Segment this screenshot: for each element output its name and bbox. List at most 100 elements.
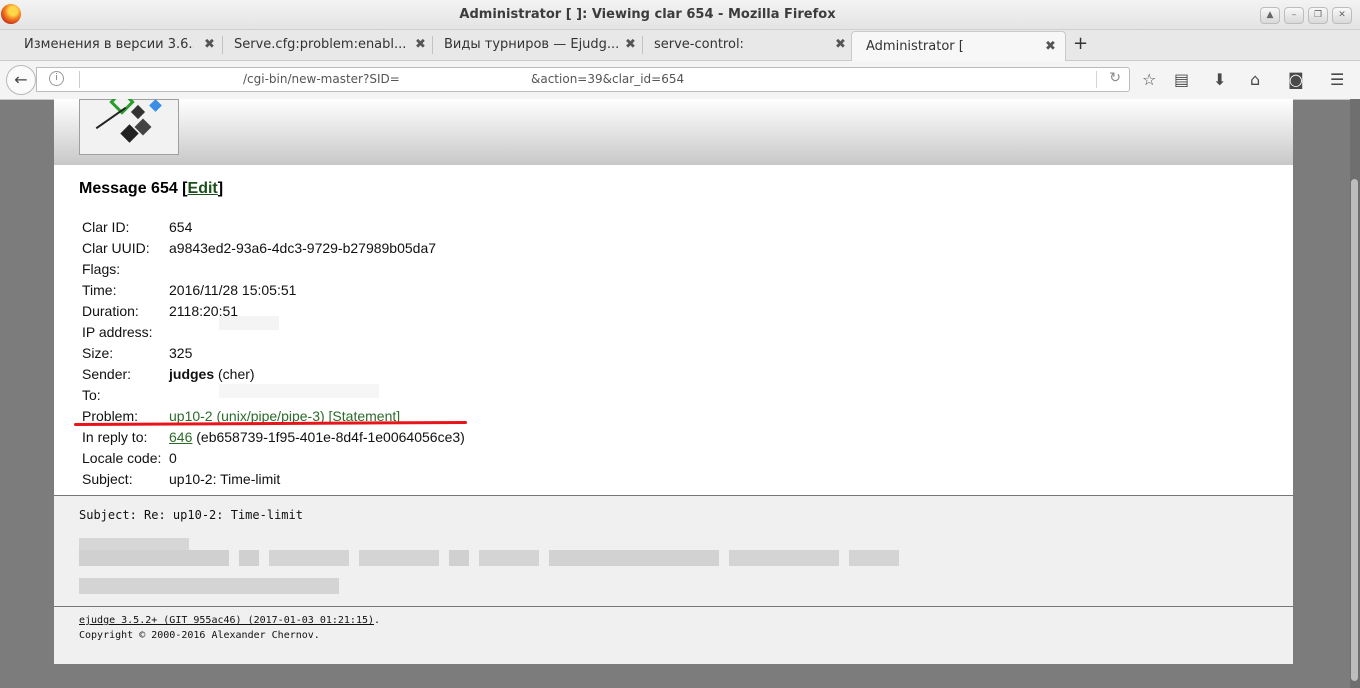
- row-sender: Sender: judges (cher): [82, 363, 465, 384]
- row-time: Time: 2016/11/28 15:05:51: [82, 279, 465, 300]
- sender-label: Sender:: [82, 365, 132, 382]
- to-value: [169, 384, 465, 405]
- tab-close-icon[interactable]: ✖: [204, 37, 215, 52]
- tab-close-icon[interactable]: ✖: [625, 37, 636, 52]
- ejudge-version-link[interactable]: ejudge 3.5.2+ (GIT 955ac46) (2017-01-03 …: [79, 615, 374, 626]
- reading-list-icon[interactable]: ▤: [1174, 70, 1189, 89]
- subject-label: Subject:: [82, 470, 133, 487]
- reply-label: In reply to:: [82, 428, 148, 445]
- header-band: [54, 99, 1293, 165]
- reload-icon[interactable]: ↻: [1109, 70, 1121, 86]
- locale-value: 0: [169, 449, 177, 466]
- tab-label: serve-control:: [654, 37, 744, 52]
- page-footer: ejudge 3.5.2+ (GIT 955ac46) (2017-01-03 …: [54, 607, 1293, 664]
- redacted-text: [549, 550, 719, 566]
- tab-2[interactable]: Serve.cfg:problem:enabl... ✖: [220, 30, 430, 60]
- tab-3[interactable]: Виды турниров — Ejudg... ✖: [430, 30, 640, 60]
- flags-label: Flags:: [82, 260, 121, 277]
- to-label: To:: [82, 386, 101, 403]
- time-label: Time:: [82, 281, 117, 298]
- window-close-icon[interactable]: ✕: [1332, 7, 1352, 24]
- navigation-toolbar: i /cgi-bin/new-master?SID= &action=39&cl…: [0, 61, 1360, 100]
- row-clar-uuid: Clar UUID: a9843ed2-93a6-4dc3-9729-b2798…: [82, 237, 465, 258]
- sender-value: judges (cher): [169, 363, 465, 384]
- message-title: Message 654 [Edit]: [79, 180, 223, 198]
- time-value: 2016/11/28 15:05:51: [169, 281, 297, 298]
- logo-line: [95, 106, 127, 130]
- redacted-text: [359, 550, 439, 566]
- size-value: 325: [169, 344, 193, 361]
- window-restore-icon[interactable]: ❐: [1308, 7, 1328, 24]
- tab-4[interactable]: serve-control: ✖: [640, 30, 850, 60]
- ejudge-logo: [79, 99, 179, 155]
- tab-close-icon[interactable]: ✖: [1045, 39, 1056, 54]
- clar-info-table: Clar ID: 654 Clar UUID: a9843ed2-93a6-4d…: [82, 216, 465, 489]
- redacted-text: [449, 550, 469, 566]
- flags-value: [169, 258, 465, 279]
- message-body: Subject: Re: up10-2: Time-limit: [54, 496, 1293, 606]
- row-reply: In reply to: 646 (eb658739-1f95-401e-8d4…: [82, 426, 465, 447]
- url-bar[interactable]: i /cgi-bin/new-master?SID= &action=39&cl…: [36, 67, 1130, 92]
- ip-value: [169, 321, 465, 342]
- reply-value: 646 (eb658739-1f95-401e-8d4f-1e0064056ce…: [169, 426, 465, 447]
- message-title-suffix: ]: [217, 180, 224, 197]
- home-icon[interactable]: ⌂: [1250, 70, 1260, 89]
- tab-5-active[interactable]: Administrator [ ✖: [851, 31, 1066, 62]
- window-up-icon[interactable]: ▲: [1260, 7, 1280, 24]
- back-arrow-icon[interactable]: ←: [6, 65, 36, 95]
- tab-close-icon[interactable]: ✖: [415, 37, 426, 52]
- bookmark-star-icon[interactable]: ☆: [1142, 70, 1156, 89]
- download-arrow-icon[interactable]: ⬇: [1213, 70, 1226, 89]
- window-controls: ▲ – ❐ ✕: [1260, 7, 1352, 24]
- size-label: Size:: [82, 344, 114, 361]
- body-subject-line: Subject: Re: up10-2: Time-limit: [79, 508, 303, 522]
- sender-login: (cher): [214, 365, 255, 382]
- row-duration: Duration: 2118:20:51: [82, 300, 465, 321]
- logo-blue-square: [149, 99, 162, 112]
- clar-uuid-value: a9843ed2-93a6-4dc3-9729-b27989b05da7: [169, 239, 437, 256]
- new-tab-plus-icon[interactable]: +: [1073, 33, 1088, 54]
- info-icon[interactable]: i: [49, 71, 64, 86]
- message-title-prefix: Message 654 [: [79, 180, 188, 197]
- sender-name: judges: [169, 365, 215, 382]
- url-path: /cgi-bin/new-master?SID=: [243, 72, 400, 86]
- page-content: Message 654 [Edit] Clar ID: 654 Clar UUI…: [54, 99, 1293, 664]
- url-separator: [79, 71, 80, 88]
- reply-uuid: (eb658739-1f95-401e-8d4f-1e0064056ce3): [192, 428, 465, 445]
- reply-clar-link[interactable]: 646: [169, 429, 192, 445]
- locale-label: Locale code:: [82, 449, 162, 466]
- footer-period: .: [374, 615, 381, 626]
- tab-label: Виды турниров — Ejudg...: [444, 37, 619, 52]
- clar-id-value: 654: [169, 218, 193, 235]
- redacted-text: [729, 550, 839, 566]
- redacted-text: [479, 550, 539, 566]
- redacted-text: [79, 550, 229, 566]
- scrollbar-thumb[interactable]: [1351, 179, 1358, 681]
- page-scrollbar[interactable]: [1350, 99, 1360, 688]
- window-minimize-icon[interactable]: –: [1284, 7, 1304, 24]
- row-flags: Flags:: [82, 258, 465, 279]
- subject-value: up10-2: Time-limit: [169, 470, 281, 487]
- tab-close-icon[interactable]: ✖: [835, 37, 846, 52]
- tab-label: Administrator [: [866, 39, 964, 54]
- hamburger-menu-icon[interactable]: ☰: [1330, 70, 1344, 89]
- url-divider: [1096, 71, 1097, 88]
- footer-copyright: Copyright © 2000-2016 Alexander Chernov.: [79, 630, 320, 641]
- url-query: &action=39&clar_id=654: [531, 72, 685, 86]
- window-titlebar: Administrator [ ]: Viewing clar 654 - Mo…: [0, 0, 1360, 30]
- window-title: Administrator [ ]: Viewing clar 654 - Mo…: [459, 7, 836, 22]
- clar-id-label: Clar ID:: [82, 218, 130, 235]
- tab-1[interactable]: Изменения в версии 3.6... ✖: [10, 30, 220, 60]
- redacted-text: [239, 550, 259, 566]
- redacted-text: [849, 550, 899, 566]
- pocket-icon[interactable]: ◙: [1288, 70, 1304, 89]
- tab-label: Изменения в версии 3.6...: [24, 37, 194, 52]
- row-size: Size: 325: [82, 342, 465, 363]
- tab-label: Serve.cfg:problem:enabl...: [234, 37, 407, 52]
- row-clar-id: Clar ID: 654: [82, 216, 465, 237]
- redacted-text: [79, 578, 339, 594]
- row-ip: IP address:: [82, 321, 465, 342]
- duration-value: 2118:20:51: [169, 302, 239, 319]
- edit-link[interactable]: Edit: [188, 180, 218, 197]
- clar-uuid-label: Clar UUID:: [82, 239, 150, 256]
